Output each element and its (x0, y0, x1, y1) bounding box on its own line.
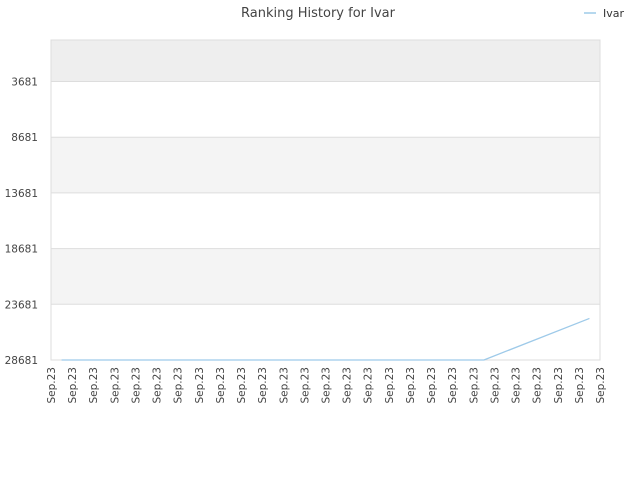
x-tick-label: Sep.23 (405, 367, 417, 404)
ranking-history-chart: Ranking History for Ivar Ivar 3681 8681 13… (5, 6, 625, 404)
x-tick-label: Sep.23 (532, 367, 544, 404)
x-tick-label: Sep.23 (489, 367, 501, 404)
x-tick-label: Sep.23 (173, 367, 185, 404)
plot-band (51, 81, 600, 138)
legend-label-ivar: Ivar (603, 7, 624, 20)
x-tick-label: Sep.23 (321, 367, 333, 404)
x-tick-label: Sep.23 (595, 367, 607, 404)
plot-band (51, 137, 600, 193)
x-tick-label: Sep.23 (468, 367, 480, 404)
x-tick-label: Sep.23 (236, 367, 248, 404)
y-tick-label: 23681 (5, 299, 38, 311)
x-tick-label: Sep.23 (299, 367, 311, 404)
x-tick-label: Sep.23 (130, 367, 142, 404)
x-tick-label: Sep.23 (257, 367, 269, 404)
y-tick-label: 3681 (11, 77, 38, 89)
x-tick-label: Sep.23 (426, 367, 438, 404)
x-tick-label: Sep.23 (109, 367, 121, 404)
plot-background (50, 39, 601, 361)
plot-band (51, 40, 600, 82)
x-tick-label: Sep.23 (342, 367, 354, 404)
x-tick-label: Sep.23 (215, 367, 227, 404)
legend[interactable]: Ivar (584, 7, 624, 20)
plot-band (51, 304, 600, 360)
y-tick-label: 8681 (11, 132, 38, 144)
x-tick-label: Sep.23 (447, 367, 459, 404)
plot-band (51, 248, 600, 305)
x-tick-label: Sep.23 (67, 367, 79, 404)
x-tick-label: Sep.23 (511, 367, 523, 404)
y-axis: 3681 8681 13681 18681 23681 28681 (5, 77, 38, 367)
x-tick-label: Sep.23 (553, 367, 565, 404)
x-axis: Sep.23 Sep.23 Sep.23 Sep.23 Sep.23 Sep.23 Sep.… (46, 367, 607, 404)
x-tick-label: Sep.23 (46, 367, 58, 404)
x-tick-label: Sep.23 (88, 367, 100, 404)
y-tick-label: 28681 (5, 355, 38, 367)
x-tick-label: Sep.23 (194, 367, 206, 404)
x-tick-label: Sep.23 (363, 367, 375, 404)
x-tick-label: Sep.23 (384, 367, 396, 404)
x-tick-label: Sep.23 (278, 367, 290, 404)
y-tick-label: 13681 (5, 188, 38, 200)
x-tick-label: Sep.23 (574, 367, 586, 404)
x-tick-label: Sep.23 (152, 367, 164, 404)
chart-title: Ranking History for Ivar (241, 6, 396, 21)
plot-band (51, 192, 600, 249)
y-tick-label: 18681 (5, 244, 38, 256)
